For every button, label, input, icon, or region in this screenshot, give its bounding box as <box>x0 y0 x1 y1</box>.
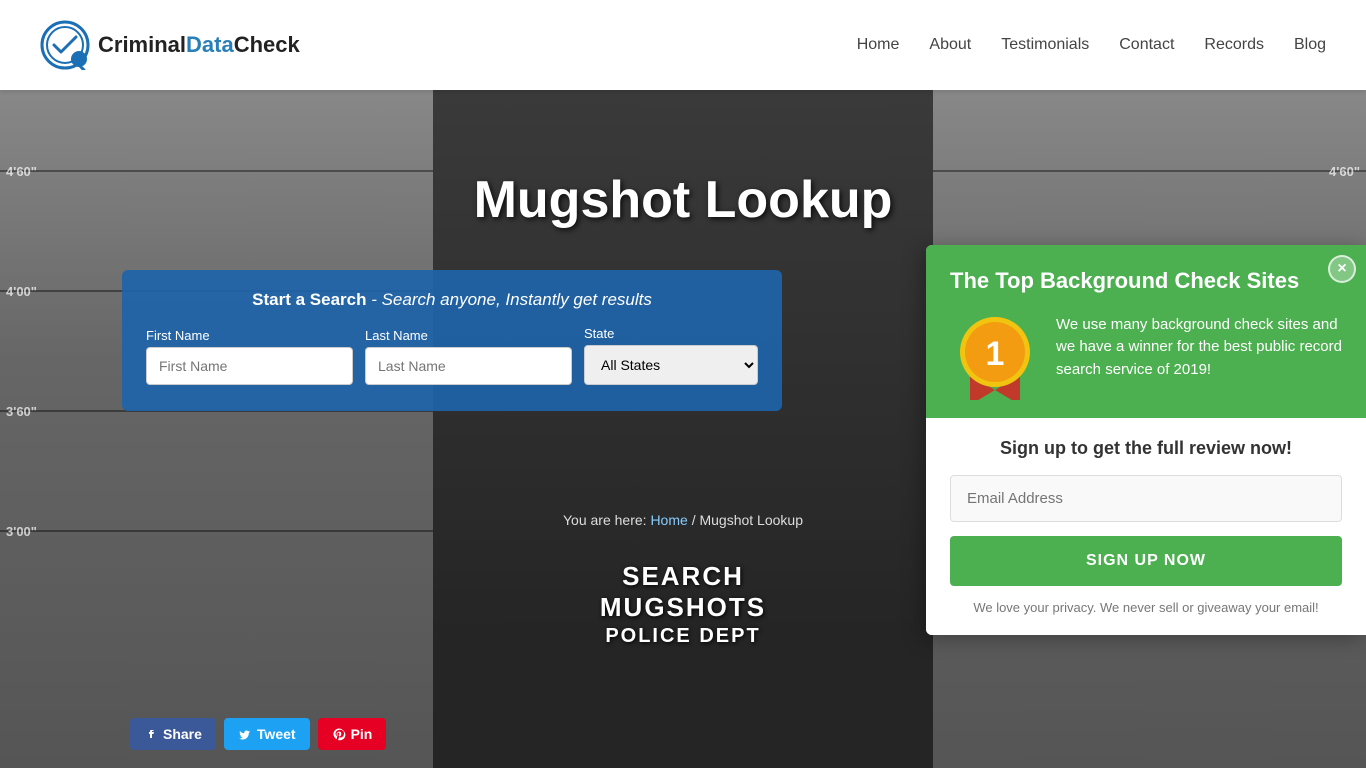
facebook-icon <box>144 727 158 741</box>
award-badge: 1 <box>950 310 1040 400</box>
nav-records[interactable]: Records <box>1204 36 1264 54</box>
page-title: Mugshot Lookup <box>0 170 1366 230</box>
last-name-group: Last Name <box>365 328 572 385</box>
popup-award-row: 1 We use many background check sites and… <box>950 310 1342 400</box>
state-label: State <box>584 326 758 341</box>
first-name-group: First Name <box>146 328 353 385</box>
mugshot-sign: SEARCH MUGSHOTS POLICE DEPT <box>600 561 766 648</box>
popup-award-text: We use many background check sites and w… <box>1056 310 1342 382</box>
breadcrumb-current: Mugshot Lookup <box>699 512 803 528</box>
ruler-label-360-left: 3'60" <box>0 404 43 419</box>
popup-header: × The Top Background Check Sites 1 We us… <box>926 245 1366 418</box>
twitter-icon <box>238 727 252 741</box>
last-name-input[interactable] <box>365 347 572 385</box>
twitter-label: Tweet <box>257 726 296 742</box>
first-name-input[interactable] <box>146 347 353 385</box>
social-share: Share Tweet Pin <box>130 718 386 750</box>
nav-blog[interactable]: Blog <box>1294 36 1326 54</box>
search-box-subtitle: Start a Search - Search anyone, Instantl… <box>146 290 758 310</box>
breadcrumb-home[interactable]: Home <box>650 512 687 528</box>
page-title-overlay: Mugshot Lookup <box>0 170 1366 230</box>
search-fields: First Name Last Name State All States Al… <box>146 326 758 385</box>
pinterest-share-button[interactable]: Pin <box>318 718 387 750</box>
pinterest-label: Pin <box>351 726 373 742</box>
ruler-label-400-left: 4'00" <box>0 284 43 299</box>
popup-signup-button[interactable]: SIGN UP NOW <box>950 536 1342 586</box>
last-name-label: Last Name <box>365 328 572 343</box>
popup-close-button[interactable]: × <box>1328 255 1356 283</box>
award-badge-svg: 1 <box>950 310 1040 400</box>
popup-privacy-text: We love your privacy. We never sell or g… <box>950 600 1342 615</box>
nav-contact[interactable]: Contact <box>1119 36 1174 54</box>
nav-home[interactable]: Home <box>857 36 900 54</box>
nav-about[interactable]: About <box>929 36 971 54</box>
first-name-label: First Name <box>146 328 353 343</box>
svg-text:1: 1 <box>986 335 1005 373</box>
facebook-share-button[interactable]: Share <box>130 718 216 750</box>
main-nav: Home About Testimonials Contact Records … <box>857 36 1326 54</box>
nav-testimonials[interactable]: Testimonials <box>1001 36 1089 54</box>
popup-email-input[interactable] <box>950 475 1342 522</box>
popup-body: Sign up to get the full review now! SIGN… <box>926 418 1366 635</box>
logo-icon <box>40 20 90 70</box>
popup-title: The Top Background Check Sites <box>950 267 1342 296</box>
search-box: Start a Search - Search anyone, Instantl… <box>122 270 782 411</box>
state-group: State All States Alabama Alaska Arizona … <box>584 326 758 385</box>
popup-signup-title: Sign up to get the full review now! <box>950 438 1342 459</box>
twitter-share-button[interactable]: Tweet <box>224 718 310 750</box>
logo[interactable]: CriminalDataCheck <box>40 20 300 70</box>
state-select[interactable]: All States Alabama Alaska Arizona Califo… <box>584 345 758 385</box>
facebook-label: Share <box>163 726 202 742</box>
pinterest-icon <box>332 727 346 741</box>
header: CriminalDataCheck Home About Testimonial… <box>0 0 1366 90</box>
breadcrumb-prefix: You are here: <box>563 512 650 528</box>
popup: × The Top Background Check Sites 1 We us… <box>926 245 1366 635</box>
logo-text: CriminalDataCheck <box>98 32 300 58</box>
